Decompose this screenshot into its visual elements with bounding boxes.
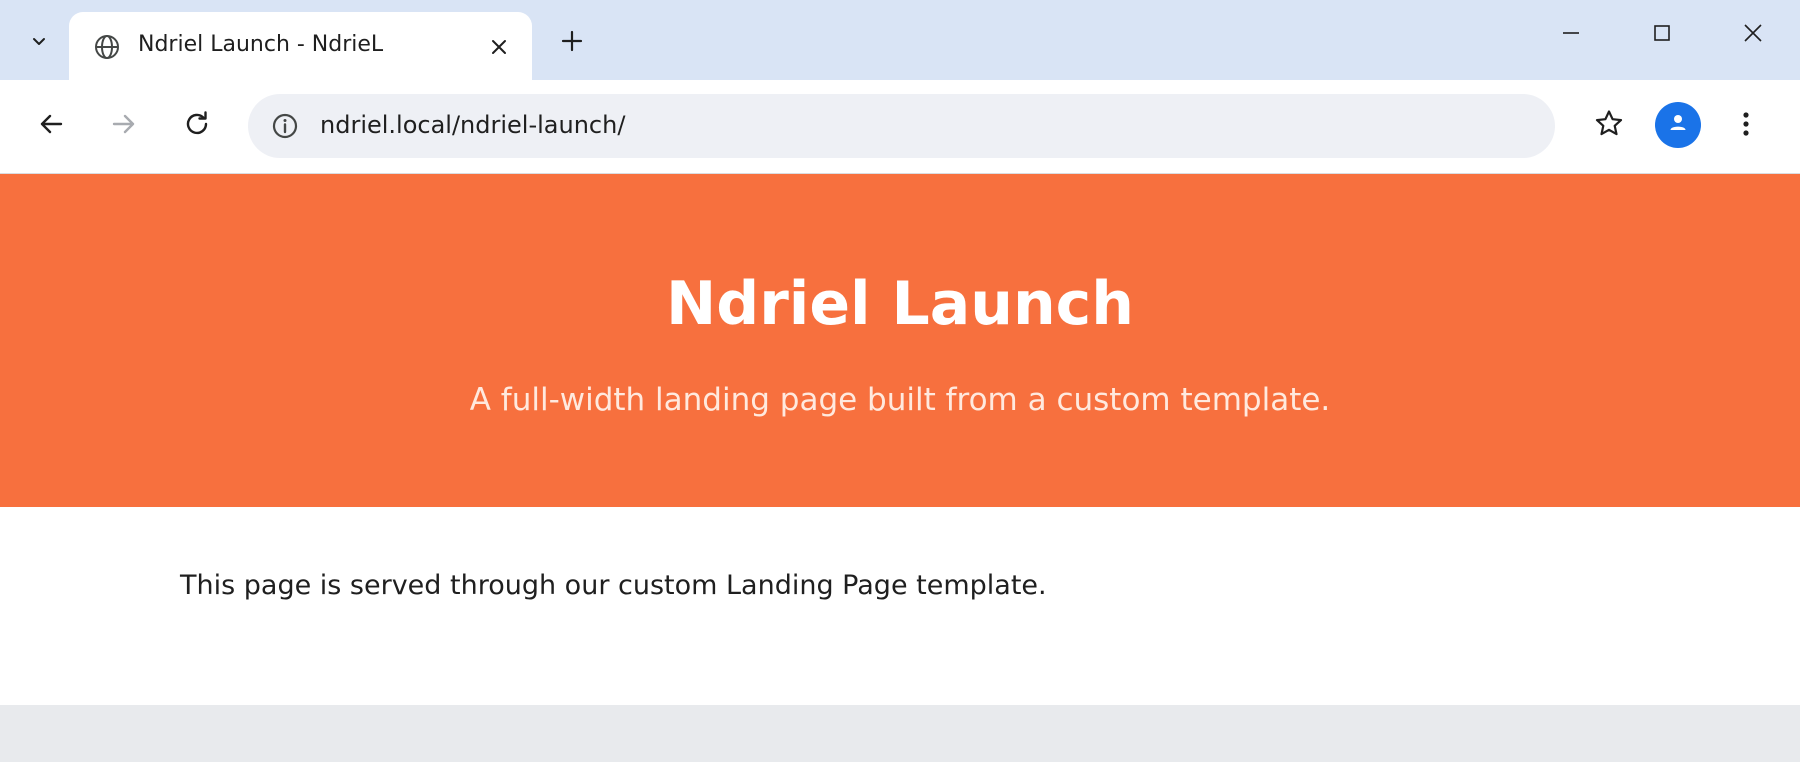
more-vertical-icon — [1742, 110, 1750, 142]
arrow-right-icon — [110, 110, 138, 142]
maximize-button[interactable] — [1632, 14, 1692, 56]
reload-icon — [182, 109, 212, 143]
arrow-left-icon — [37, 110, 65, 142]
info-icon[interactable] — [270, 111, 300, 141]
hero-banner: Ndriel Launch A full-width landing page … — [0, 174, 1800, 507]
window-close-button[interactable] — [1723, 14, 1783, 56]
address-bar[interactable]: ndriel.local/ndriel-launch/ — [248, 94, 1555, 158]
reload-button[interactable] — [173, 102, 221, 150]
globe-icon — [93, 33, 121, 61]
hero-subtitle: A full-width landing page built from a c… — [469, 382, 1331, 418]
plus-icon — [560, 29, 584, 57]
browser-toolbar: ndriel.local/ndriel-launch/ — [0, 80, 1800, 174]
new-tab-button[interactable] — [553, 24, 591, 62]
url-text[interactable]: ndriel.local/ndriel-launch/ — [320, 111, 625, 139]
tab-title: Ndriel Launch - NdrieL — [138, 32, 384, 57]
browser-menu-button[interactable] — [1722, 102, 1770, 150]
browser-window: Ndriel Launch - NdrieL ndriel.local/ndri… — [0, 0, 1800, 762]
close-icon — [1742, 22, 1764, 48]
minimize-icon — [1561, 23, 1581, 47]
bookmark-button[interactable] — [1585, 102, 1633, 150]
active-tab[interactable]: Ndriel Launch - NdrieL — [69, 12, 532, 80]
tab-search-button[interactable] — [18, 22, 60, 64]
profile-button[interactable] — [1655, 102, 1701, 148]
forward-button[interactable] — [100, 102, 148, 150]
tab-strip: Ndriel Launch - NdrieL — [0, 0, 1800, 80]
content-paragraph: This page is served through our custom L… — [180, 570, 1047, 601]
maximize-icon — [1652, 23, 1672, 47]
chevron-down-icon — [29, 31, 49, 55]
minimize-button[interactable] — [1541, 14, 1601, 56]
star-icon — [1593, 108, 1625, 144]
close-icon[interactable] — [485, 33, 513, 61]
person-icon — [1667, 112, 1689, 138]
page-viewport: Ndriel Launch A full-width landing page … — [0, 174, 1800, 705]
page-title: Ndriel Launch — [666, 269, 1134, 339]
window-bottom-frame — [0, 705, 1800, 762]
back-button[interactable] — [27, 102, 75, 150]
